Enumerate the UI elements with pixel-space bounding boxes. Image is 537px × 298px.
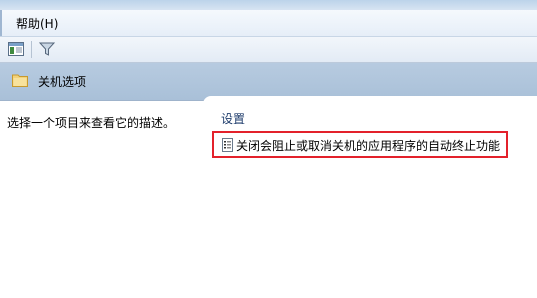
show-hide-pane-icon bbox=[8, 42, 24, 56]
description-text: 选择一个项目来查看它的描述。 bbox=[7, 116, 176, 130]
category-title: 关机选项 bbox=[38, 75, 87, 89]
title-bar bbox=[0, 0, 537, 10]
menu-bar-edge bbox=[0, 10, 2, 36]
show-hide-pane-button[interactable] bbox=[6, 40, 26, 58]
folder-icon bbox=[12, 74, 28, 87]
menu-help[interactable]: 帮助(H) bbox=[16, 15, 58, 32]
filter-button[interactable] bbox=[37, 40, 57, 58]
filter-icon bbox=[39, 42, 55, 56]
toolbar bbox=[0, 37, 537, 63]
settings-column-header[interactable]: 设置 bbox=[221, 110, 245, 127]
description-pane: 选择一个项目来查看它的描述。 bbox=[0, 101, 208, 298]
menu-bar: 帮助(H) bbox=[0, 10, 537, 37]
setting-item[interactable]: 关闭会阻止或取消关机的应用程序的自动终止功能 bbox=[212, 131, 508, 158]
toolbar-separator bbox=[31, 41, 32, 58]
setting-item-label: 关闭会阻止或取消关机的应用程序的自动终止功能 bbox=[236, 139, 501, 153]
policy-setting-icon bbox=[222, 138, 233, 152]
settings-pane: 设置 关闭会阻止或取消关机的应用程序的自动终止功能 bbox=[203, 96, 537, 298]
